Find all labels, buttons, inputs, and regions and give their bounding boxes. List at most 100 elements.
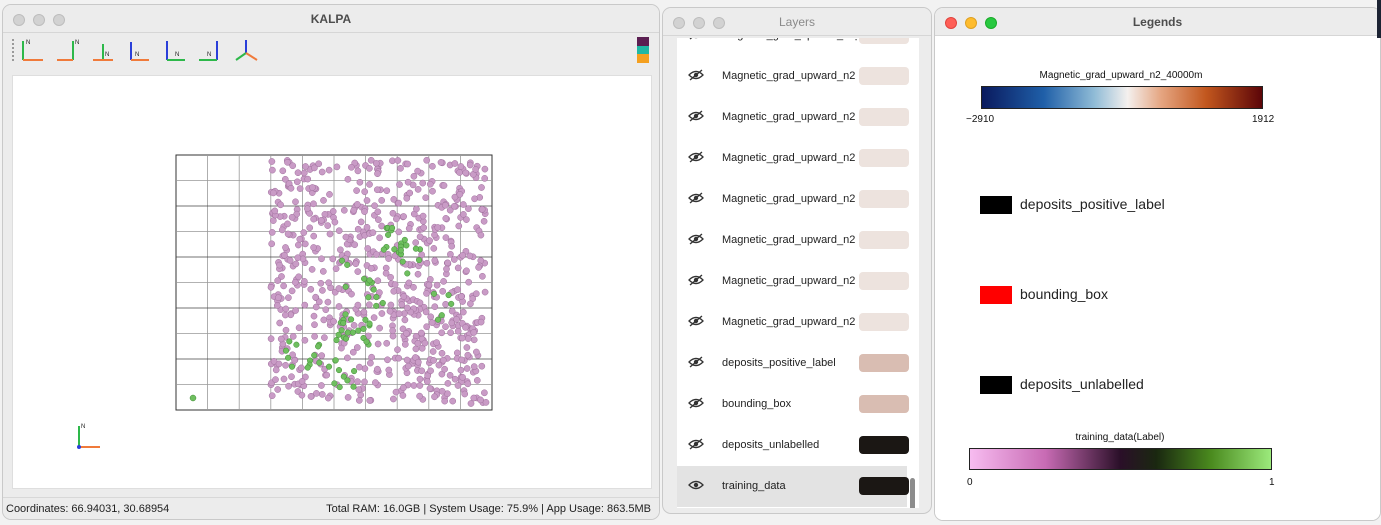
eye-off-icon[interactable]	[688, 356, 704, 368]
layer-color-swatch[interactable]	[859, 354, 909, 372]
view-flip-icon[interactable]: N	[195, 36, 225, 64]
map-viewport[interactable]: N	[12, 75, 652, 489]
palette-swatch	[637, 45, 649, 55]
palette-swatch	[637, 54, 649, 63]
colorbar-max-label: 1912	[1252, 114, 1275, 125]
layer-name: deposits_unlabelled	[722, 439, 820, 451]
layer-row[interactable]: Magnetic_grad_upward_n2	[677, 56, 909, 97]
svg-text:N: N	[26, 40, 30, 46]
layer-color-swatch[interactable]	[859, 477, 909, 495]
legend-label: bounding_box	[1020, 286, 1108, 302]
legends-body: Magnetic_grad_upward_n2_40000m −2910 191…	[935, 36, 1380, 520]
view-3d-icon[interactable]: N	[17, 36, 47, 64]
eye-off-icon[interactable]	[688, 69, 704, 81]
layer-name: Magnetic_grad_upward_n2	[722, 316, 856, 328]
kalpa-title: KALPA	[310, 12, 352, 26]
layer-color-swatch[interactable]	[859, 38, 909, 44]
svg-text:N: N	[207, 52, 211, 58]
svg-text:N: N	[75, 40, 79, 46]
eye-off-icon[interactable]	[688, 151, 704, 163]
eye-icon[interactable]	[688, 479, 704, 491]
svg-text:N: N	[175, 52, 179, 58]
layer-row[interactable]: Magnetic_grad_upward_n2	[677, 179, 909, 220]
status-bar: Coordinates: 66.94031, 30.68954 Total RA…	[3, 497, 659, 519]
layer-name: Magnetic_grad_upward_n2	[722, 111, 856, 123]
eye-off-icon[interactable]	[688, 438, 704, 450]
eye-off-icon[interactable]	[688, 38, 704, 40]
view-iso-icon[interactable]	[231, 36, 261, 64]
layer-color-swatch[interactable]	[859, 395, 909, 413]
layer-row[interactable]: deposits_positive_label	[677, 343, 909, 384]
training-points	[267, 156, 490, 407]
layer-name: Magnetic_grad_upward_n2	[722, 193, 856, 205]
kalpa-titlebar[interactable]: KALPA	[3, 5, 659, 33]
eye-off-icon[interactable]	[688, 110, 704, 122]
eye-off-icon[interactable]	[688, 233, 704, 245]
eye-off-icon[interactable]	[688, 274, 704, 286]
legend-label: deposits_unlabelled	[1020, 376, 1144, 392]
layers-window: Layers Magnetic_grad_upward_n2_40000mMag…	[662, 7, 932, 514]
layer-color-swatch[interactable]	[859, 190, 909, 208]
layer-name: bounding_box	[722, 398, 792, 410]
svg-text:N: N	[81, 424, 85, 430]
layer-color-swatch[interactable]	[859, 108, 909, 126]
legend-label: deposits_positive_label	[1020, 196, 1165, 212]
status-coordinates: Coordinates: 66.94031, 30.68954	[6, 503, 170, 515]
layer-color-swatch[interactable]	[859, 436, 909, 454]
layer-name: Magnetic_grad_upward_n2	[722, 70, 856, 82]
colorbar-min-label: 0	[967, 477, 973, 488]
eye-off-icon[interactable]	[688, 315, 704, 327]
legend-swatch	[980, 196, 1012, 214]
view-front-icon[interactable]: N	[53, 36, 83, 64]
layer-row[interactable]: Magnetic_grad_upward_n2	[677, 261, 909, 302]
layer-row[interactable]: Magnetic_grad_upward_n2	[677, 220, 909, 261]
layers-list[interactable]: Magnetic_grad_upward_n2_40000m Magnetic_g…	[677, 38, 919, 508]
eye-off-icon[interactable]	[688, 397, 704, 409]
colorbar-max-label: 1	[1269, 477, 1275, 488]
view-rotate-right-icon[interactable]: N	[89, 36, 119, 64]
kalpa-window: KALPA N N N N N N N Coordinates: 66.9403…	[2, 4, 660, 520]
svg-text:N: N	[135, 52, 139, 58]
layer-color-swatch[interactable]	[859, 272, 909, 290]
legends-titlebar[interactable]: Legends	[935, 8, 1380, 36]
layer-name: training_data	[722, 480, 786, 492]
layer-name: Magnetic_grad_upward_n2	[722, 152, 856, 164]
layer-color-swatch[interactable]	[859, 67, 909, 85]
layers-scrollbar[interactable]	[910, 478, 915, 508]
legend-swatch	[980, 376, 1012, 394]
layer-name: Magnetic_grad_upward_n2_40000m	[722, 38, 857, 41]
magnetic-colorbar	[981, 86, 1263, 109]
view-top-icon[interactable]: N	[123, 36, 153, 64]
map-canvas[interactable]: N	[13, 76, 652, 489]
layer-name: Magnetic_grad_upward_n2	[722, 234, 856, 246]
layer-color-swatch[interactable]	[859, 149, 909, 167]
layer-color-swatch[interactable]	[859, 313, 909, 331]
view-toolbar: N N N N N N	[3, 33, 659, 67]
layer-row[interactable]: Magnetic_grad_upward_n2	[677, 302, 909, 343]
layer-row[interactable]: Magnetic_grad_upward_n2_40000m	[677, 38, 909, 56]
eye-off-icon[interactable]	[688, 192, 704, 204]
palette-swatch	[637, 37, 649, 46]
toolbar-grip[interactable]	[12, 39, 14, 61]
layer-row[interactable]: bounding_box	[677, 384, 909, 425]
legend-swatch	[980, 286, 1012, 304]
legends-title: Legends	[1132, 15, 1183, 29]
svg-text:N: N	[105, 52, 109, 58]
layers-title: Layers	[778, 15, 816, 29]
layer-color-swatch[interactable]	[859, 231, 909, 249]
view-side-icon[interactable]: N	[159, 36, 189, 64]
layers-titlebar[interactable]: Layers	[663, 8, 931, 36]
palette-swatches[interactable]	[637, 37, 649, 63]
layer-row[interactable]: deposits_unlabelled	[677, 425, 909, 466]
layer-row[interactable]: Magnetic_grad_upward_n2	[677, 138, 909, 179]
colorbar-title: Magnetic_grad_upward_n2_40000m	[1039, 70, 1203, 81]
status-system-usage: Total RAM: 16.0GB | System Usage: 75.9% …	[326, 503, 651, 515]
training-colorbar	[969, 448, 1272, 470]
layer-row[interactable]: Magnetic_grad_upward_n2	[677, 97, 909, 138]
orientation-axes-icon: N	[77, 424, 100, 449]
colorbar-min-label: −2910	[966, 114, 995, 125]
colorbar-title: training_data(Label)	[1075, 432, 1165, 443]
layer-name: deposits_positive_label	[722, 357, 836, 369]
layer-row[interactable]: training_data	[677, 466, 909, 507]
legends-window: Legends Magnetic_grad_upward_n2_40000m −…	[934, 7, 1381, 521]
